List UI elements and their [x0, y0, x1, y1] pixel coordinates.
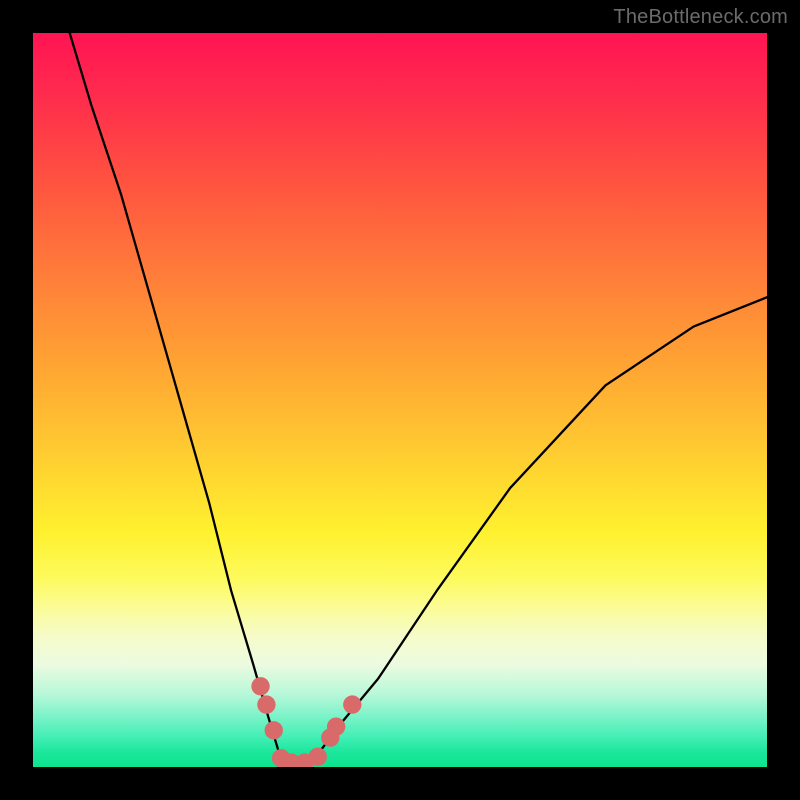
left-band-marker-1 [251, 677, 269, 695]
chart-svg [33, 33, 767, 767]
bottom-marker-4 [309, 748, 327, 766]
marker-group [251, 677, 361, 767]
left-band-marker-2 [257, 695, 275, 713]
right-band-marker-3 [343, 695, 361, 713]
watermark-text: TheBottleneck.com [613, 6, 788, 29]
left-band-marker-3 [265, 721, 283, 739]
chart-frame: TheBottleneck.com [0, 0, 800, 800]
bottleneck-curve-line [70, 33, 767, 767]
plot-area [33, 33, 767, 767]
right-band-marker-2 [327, 717, 345, 735]
